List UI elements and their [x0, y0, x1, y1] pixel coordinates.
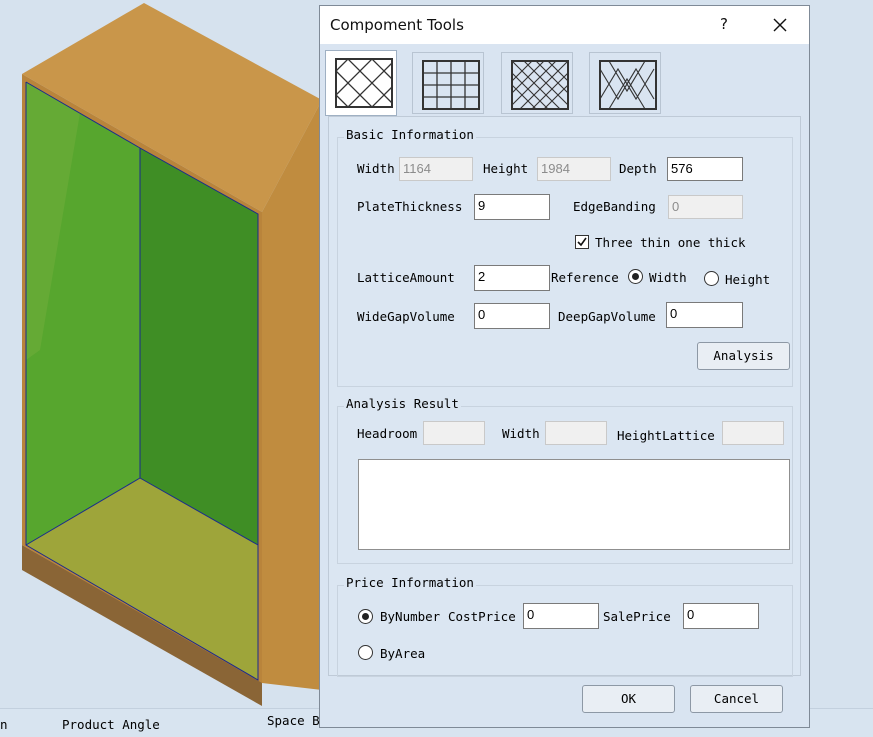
lattice-amount-label: LatticeAmount — [357, 270, 455, 285]
headroom-field[interactable] — [423, 421, 485, 445]
help-button[interactable]: ? — [712, 15, 736, 37]
width-field[interactable]: 1164 — [399, 157, 473, 181]
price-information-group — [337, 585, 793, 677]
component-tools-dialog: Compoment Tools ? Basic Information Widt… — [319, 5, 810, 728]
reference-width-radio[interactable] — [628, 269, 643, 284]
three-thin-checkbox[interactable] — [575, 235, 589, 249]
headroom-label: Headroom — [357, 426, 418, 441]
depth-field[interactable]: 576 — [667, 157, 743, 181]
price-information-title: Price Information — [344, 575, 476, 590]
edge-banding-label: EdgeBanding — [573, 199, 656, 214]
basic-information-title: Basic Information — [344, 127, 476, 142]
tab-diamond-lattice-1[interactable] — [325, 50, 397, 116]
dialog-title: Compoment Tools — [330, 16, 464, 34]
cost-price-label: CostPrice — [448, 609, 516, 624]
by-area-radio[interactable] — [358, 645, 373, 660]
result-width-label: Width — [502, 426, 540, 441]
sale-price-label: SalePrice — [603, 609, 671, 624]
by-area-label: ByArea — [380, 646, 426, 661]
close-icon — [773, 18, 787, 32]
deep-gap-label: DeepGapVolume — [558, 309, 656, 324]
height-lattice-label: HeightLattice — [617, 428, 715, 443]
tab-grid-lattice[interactable] — [412, 52, 484, 114]
width-label: Width — [357, 161, 395, 176]
deep-gap-field[interactable]: 0 — [666, 302, 743, 328]
reference-width-label: Width — [649, 270, 687, 285]
diamond-lattice-icon — [511, 60, 569, 110]
reference-height-radio[interactable] — [704, 271, 719, 286]
checkmark-icon — [577, 237, 587, 247]
analysis-output-box[interactable] — [358, 459, 790, 550]
wide-gap-field[interactable]: 0 — [474, 303, 550, 329]
diamond-lattice-icon — [599, 60, 657, 110]
by-number-radio[interactable] — [358, 609, 373, 624]
cancel-button[interactable]: Cancel — [690, 685, 783, 713]
three-thin-label: Three thin one thick — [595, 235, 746, 250]
wide-gap-label: WideGapVolume — [357, 309, 455, 324]
space-label: Space B — [267, 713, 320, 728]
tab-diamond-lattice-2[interactable] — [501, 52, 573, 114]
tab-diamond-lattice-3[interactable] — [589, 52, 661, 114]
plate-thickness-label: PlateThickness — [357, 199, 463, 214]
result-width-field[interactable] — [545, 421, 607, 445]
by-number-label: ByNumber — [380, 609, 441, 624]
diamond-lattice-icon — [335, 58, 393, 108]
lattice-amount-field[interactable]: 2 — [474, 265, 550, 291]
edge-banding-field[interactable]: 0 — [668, 195, 743, 219]
cost-price-field[interactable]: 0 — [523, 603, 599, 629]
plate-thickness-field[interactable]: 9 — [474, 194, 550, 220]
grid-lattice-icon — [422, 60, 480, 110]
analysis-result-title: Analysis Result — [344, 396, 461, 411]
reference-label: Reference — [551, 270, 619, 285]
sale-price-field[interactable]: 0 — [683, 603, 759, 629]
height-field[interactable]: 1984 — [537, 157, 611, 181]
height-lattice-field[interactable] — [722, 421, 784, 445]
depth-label: Depth — [619, 161, 657, 176]
reference-height-label: Height — [725, 272, 771, 287]
tab-content-panel: Basic Information Width 1164 Height 1984… — [328, 116, 801, 677]
product-angle-label: Product Angle — [62, 717, 160, 732]
analysis-button[interactable]: Analysis — [697, 342, 790, 370]
height-label: Height — [483, 161, 529, 176]
close-button[interactable] — [766, 12, 794, 38]
bottom-left-label: n — [0, 717, 8, 732]
dialog-titlebar[interactable]: Compoment Tools ? — [320, 6, 809, 44]
ok-button[interactable]: OK — [582, 685, 675, 713]
